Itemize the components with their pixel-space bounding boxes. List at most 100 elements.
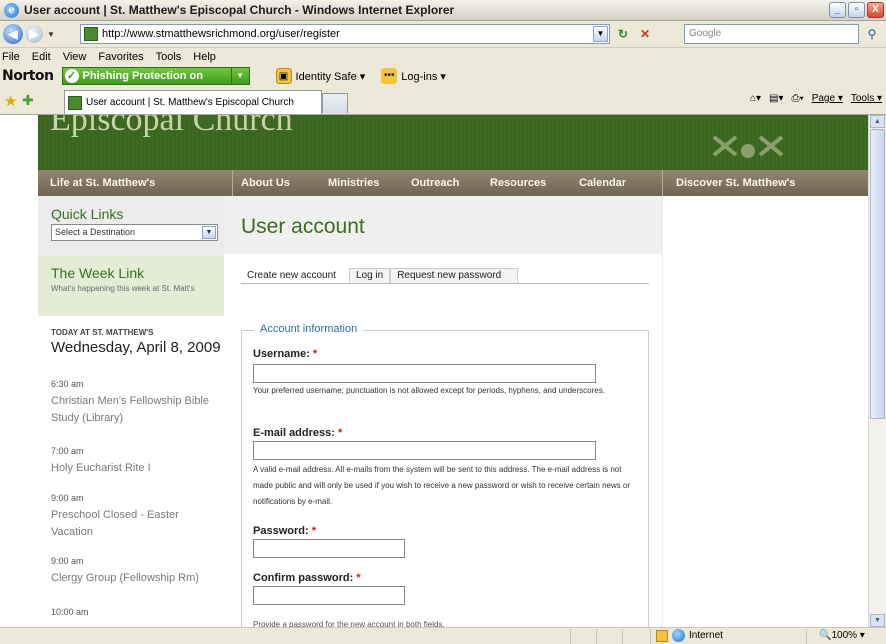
destination-select-value: Select a Destination (55, 227, 136, 237)
event-title[interactable]: Holy Eucharist Rite I (51, 460, 221, 477)
status-divider (622, 629, 623, 644)
tab-request-password[interactable]: Request new password (390, 268, 519, 283)
tools-menu[interactable]: Tools ▾ (851, 93, 882, 104)
print-icon[interactable]: ⎙▾ (791, 93, 803, 104)
scroll-thumb[interactable] (870, 129, 885, 419)
address-url[interactable]: http://www.stmatthewsrichmond.org/user/r… (102, 28, 340, 40)
feeds-icon[interactable]: ▤▾ (769, 93, 783, 104)
add-favorites-icon[interactable]: ✚ (22, 92, 42, 109)
menu-edit[interactable]: Edit (32, 51, 51, 63)
event-title[interactable]: Clergy Group (Fellowship Rm) (51, 570, 221, 587)
security-shield-icon (656, 629, 668, 642)
event-item: 10:00 am (51, 607, 221, 617)
stop-icon[interactable]: ✕ (636, 25, 654, 43)
tab-favicon-icon (68, 95, 82, 110)
nav-divider (662, 170, 663, 196)
nav-resources[interactable]: Resources (490, 177, 546, 189)
status-bar: Internet 🔍100% ▾ (0, 627, 886, 644)
required-marker: * (312, 348, 318, 360)
username-field[interactable] (253, 364, 596, 383)
nav-discover[interactable]: Discover St. Matthew's (676, 177, 795, 189)
security-zone[interactable]: Internet (656, 629, 723, 642)
menu-favorites[interactable]: Favorites (98, 51, 143, 63)
password-description: Provide a password for the new account i… (253, 620, 445, 627)
forward-button[interactable]: ▶ (25, 25, 43, 43)
event-time: 10:00 am (51, 607, 89, 617)
email-field[interactable] (253, 441, 596, 460)
menu-view[interactable]: View (63, 51, 87, 63)
chevron-down-icon[interactable]: ▼ (202, 226, 216, 239)
password-field[interactable] (253, 539, 405, 558)
window-title: User account | St. Matthew's Episcopal C… (24, 3, 455, 17)
zone-label: Internet (689, 630, 723, 641)
maximize-button[interactable]: ▫ (848, 2, 865, 18)
address-toolbar: ◀ ▶ ▼ http://www.stmatthewsrichmond.org/… (0, 21, 886, 48)
menu-bar: File Edit View Favorites Tools Help (0, 48, 886, 65)
event-time: 9:00 am (51, 493, 84, 503)
history-dropdown[interactable]: ▼ (47, 30, 55, 39)
confirm-password-label: Confirm password: * (253, 572, 361, 584)
event-title[interactable]: Christian Men's Fellowship Bible Study (… (51, 393, 221, 427)
favorites-star-icon[interactable]: ★ (4, 92, 22, 110)
account-tabs: Create new account Log in Request new pa… (241, 268, 649, 284)
event-item: 9:00 am Clergy Group (Fellowship Rm) (51, 556, 221, 587)
back-button[interactable]: ◀ (3, 24, 23, 44)
week-link[interactable]: The Week Link What's happening this week… (38, 256, 224, 316)
menu-tools[interactable]: Tools (156, 51, 182, 63)
destination-select[interactable]: Select a Destination ▼ (51, 224, 218, 241)
vertical-scrollbar[interactable]: ▲ ▼ (868, 115, 886, 627)
quick-links: Quick Links Select a Destination ▼ (38, 196, 224, 256)
email-label: E-mail address: * (253, 427, 342, 439)
scroll-down-icon[interactable]: ▼ (870, 614, 885, 627)
nav-life[interactable]: Life at St. Matthew's (50, 177, 155, 189)
menu-file[interactable]: File (2, 51, 20, 63)
event-title[interactable]: Preschool Closed - Easter Vacation (51, 507, 221, 541)
today-date: Wednesday, April 8, 2009 (51, 339, 221, 356)
norton-logo: Norton (2, 68, 54, 84)
address-bar[interactable]: http://www.stmatthewsrichmond.org/user/r… (80, 24, 610, 44)
scroll-up-icon[interactable]: ▲ (870, 115, 885, 128)
nav-divider (232, 170, 233, 196)
confirm-password-field[interactable] (253, 586, 405, 605)
home-icon[interactable]: ⌂▾ (750, 93, 761, 104)
nav-ministries[interactable]: Ministries (328, 177, 379, 189)
event-time: 7:00 am (51, 446, 84, 456)
username-label-text: Username: (253, 348, 310, 360)
right-sidebar (662, 196, 868, 627)
site-nav: Life at St. Matthew's About Us Ministrie… (38, 170, 868, 196)
new-tab-button[interactable] (322, 93, 348, 113)
phishing-label: Phishing Protection on (82, 70, 203, 82)
nav-about[interactable]: About Us (241, 177, 290, 189)
logins-button[interactable]: ••• Log-ins ▾ (381, 68, 446, 84)
phishing-protection-button[interactable]: ✓ Phishing Protection on ▼ (61, 67, 250, 85)
identity-safe-button[interactable]: ▣ Identity Safe ▾ (275, 68, 366, 84)
phishing-dropdown[interactable]: ▼ (230, 68, 249, 84)
tab-label: User account | St. Matthew's Episcopal C… (86, 97, 294, 108)
cross-ornament-icon (712, 135, 784, 158)
menu-help[interactable]: Help (193, 51, 216, 63)
search-input[interactable]: Google (684, 24, 859, 44)
nav-calendar[interactable]: Calendar (579, 177, 626, 189)
page-viewport: Episcopal Church Life at St. Matthew's A… (0, 115, 868, 627)
close-button[interactable]: X (867, 2, 884, 18)
identity-safe-label: Identity Safe ▾ (295, 70, 366, 83)
title-bar: e User account | St. Matthew's Episcopal… (0, 0, 886, 21)
refresh-icon[interactable]: ↻ (614, 25, 632, 43)
today-section: TODAY AT ST. MATTHEW'S Wednesday, April … (51, 328, 221, 356)
week-link-title[interactable]: The Week Link (51, 265, 224, 281)
status-divider (650, 629, 651, 644)
main-content: User account Create new account Log in R… (224, 196, 662, 627)
page-menu[interactable]: Page ▾ (812, 93, 843, 104)
address-dropdown[interactable]: ▼ (593, 26, 608, 42)
password-label: Password: * (253, 525, 316, 537)
minimize-button[interactable]: _ (829, 2, 846, 18)
email-description: A valid e-mail address. All e-mails from… (253, 465, 631, 506)
fieldset-legend[interactable]: Account information (254, 323, 364, 335)
browser-tab[interactable]: User account | St. Matthew's Episcopal C… (64, 90, 322, 114)
tab-create-account[interactable]: Create new account (241, 268, 349, 283)
tab-log-in[interactable]: Log in (348, 268, 391, 283)
zoom-level[interactable]: 🔍100% ▾ (819, 630, 865, 641)
search-icon[interactable]: ⚲ (862, 24, 882, 44)
nav-outreach[interactable]: Outreach (411, 177, 459, 189)
globe-icon (672, 629, 685, 642)
